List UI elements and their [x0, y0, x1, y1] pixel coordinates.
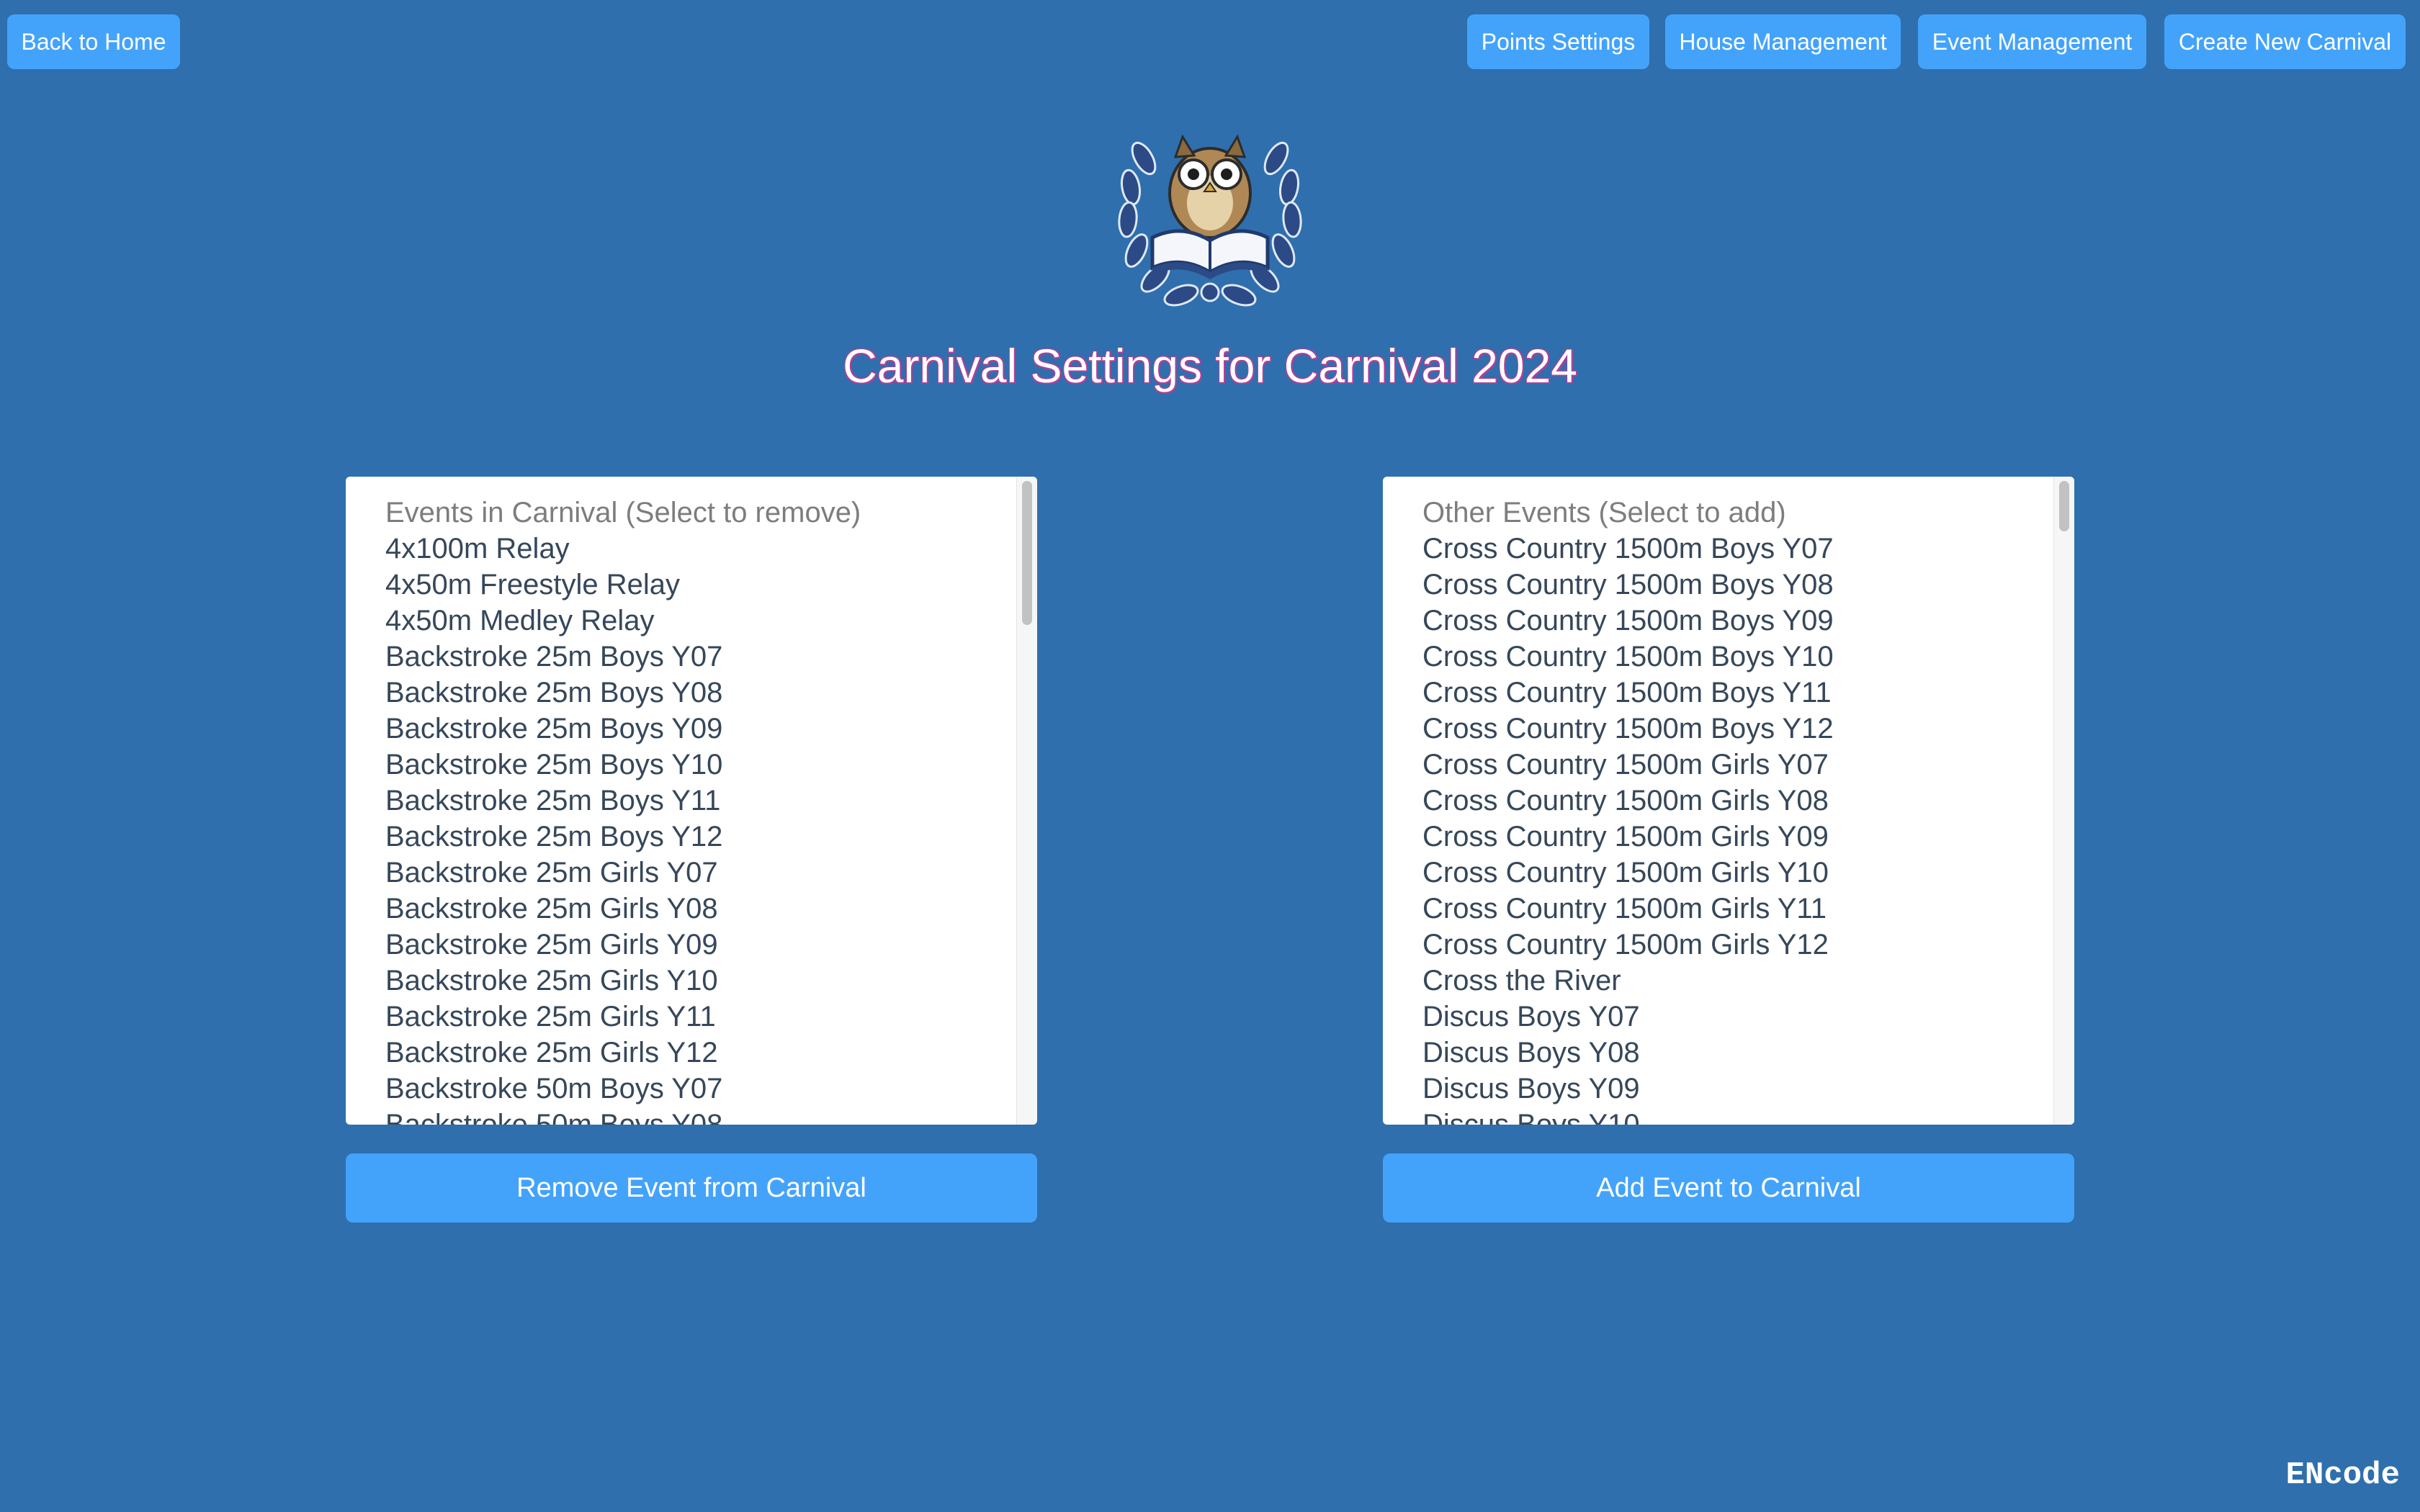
scrollbar-thumb[interactable]	[1022, 481, 1032, 625]
list-item[interactable]: Backstroke 25m Girls Y07	[385, 855, 1008, 891]
list-item[interactable]: Discus Boys Y07	[1422, 999, 2045, 1035]
list-item[interactable]: 4x100m Relay	[385, 531, 1008, 567]
create-new-carnival-button[interactable]: Create New Carnival	[2164, 14, 2406, 69]
list-item[interactable]: Discus Boys Y08	[1422, 1035, 2045, 1071]
list-item[interactable]: Backstroke 25m Girls Y10	[385, 963, 1008, 999]
list-item[interactable]: Backstroke 25m Girls Y09	[385, 927, 1008, 963]
carnival-events-listbox[interactable]: Events in Carnival (Select to remove) 4x…	[346, 477, 1037, 1125]
list-item[interactable]: Backstroke 25m Girls Y12	[385, 1035, 1008, 1071]
list-item[interactable]: 4x50m Freestyle Relay	[385, 567, 1008, 603]
list-item[interactable]: Backstroke 25m Boys Y10	[385, 747, 1008, 783]
scrollbar[interactable]	[1016, 477, 1037, 1125]
points-settings-button[interactable]: Points Settings	[1467, 14, 1649, 69]
scrollbar-thumb[interactable]	[2059, 481, 2069, 531]
remove-event-button[interactable]: Remove Event from Carnival	[346, 1153, 1037, 1223]
owl-emblem-icon	[1118, 134, 1302, 307]
list-item[interactable]: Cross Country 1500m Girls Y12	[1422, 927, 2045, 963]
list-item[interactable]: Discus Boys Y10	[1422, 1107, 2045, 1125]
list-item[interactable]: 4x50m Medley Relay	[385, 603, 1008, 639]
list-item[interactable]: Cross Country 1500m Boys Y11	[1422, 675, 2045, 711]
school-logo	[1109, 108, 1311, 317]
list-item[interactable]: Cross Country 1500m Girls Y09	[1422, 819, 2045, 855]
list-item[interactable]: Cross the River	[1422, 963, 2045, 999]
listbox-header: Events in Carnival (Select to remove)	[385, 497, 861, 528]
list-item[interactable]: Backstroke 50m Boys Y07	[385, 1071, 1008, 1107]
footer-brand: ENcode	[2285, 1457, 2400, 1493]
list-item[interactable]: Cross Country 1500m Girls Y08	[1422, 783, 2045, 819]
list-item[interactable]: Cross Country 1500m Girls Y07	[1422, 747, 2045, 783]
add-event-button[interactable]: Add Event to Carnival	[1383, 1153, 2074, 1223]
scrollbar[interactable]	[2053, 477, 2074, 1125]
list-item[interactable]: Backstroke 25m Boys Y12	[385, 819, 1008, 855]
list-item[interactable]: Cross Country 1500m Boys Y08	[1422, 567, 2045, 603]
list-item[interactable]: Backstroke 25m Boys Y09	[385, 711, 1008, 747]
list-item[interactable]: Cross Country 1500m Girls Y11	[1422, 891, 2045, 927]
page-title: Carnival Settings for Carnival 2024	[843, 339, 1577, 392]
house-management-button[interactable]: House Management	[1665, 14, 1901, 69]
list-item[interactable]: Cross Country 1500m Boys Y07	[1422, 531, 2045, 567]
list-item[interactable]: Cross Country 1500m Boys Y12	[1422, 711, 2045, 747]
list-item[interactable]: Discus Boys Y09	[1422, 1071, 2045, 1107]
other-events-listbox[interactable]: Other Events (Select to add) Cross Count…	[1383, 477, 2074, 1125]
list-item[interactable]: Cross Country 1500m Boys Y09	[1422, 603, 2045, 639]
list-item[interactable]: Cross Country 1500m Girls Y10	[1422, 855, 2045, 891]
list-item[interactable]: Backstroke 25m Boys Y07	[385, 639, 1008, 675]
list-item[interactable]: Backstroke 25m Girls Y08	[385, 891, 1008, 927]
back-to-home-button[interactable]: Back to Home	[7, 14, 180, 69]
list-item[interactable]: Backstroke 50m Boys Y08	[385, 1107, 1008, 1125]
event-management-button[interactable]: Event Management	[1918, 14, 2146, 69]
listbox-header: Other Events (Select to add)	[1422, 497, 1786, 528]
list-item[interactable]: Backstroke 25m Boys Y11	[385, 783, 1008, 819]
list-item[interactable]: Backstroke 25m Girls Y11	[385, 999, 1008, 1035]
list-item[interactable]: Backstroke 25m Boys Y08	[385, 675, 1008, 711]
list-item[interactable]: Cross Country 1500m Boys Y10	[1422, 639, 2045, 675]
